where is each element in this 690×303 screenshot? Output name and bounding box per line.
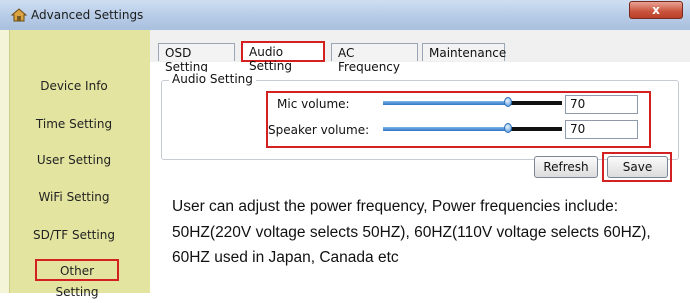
save-button[interactable]: Save (607, 156, 668, 178)
sidebar-item-other-setting[interactable]: Other Setting (35, 259, 119, 299)
app-icon (11, 8, 27, 22)
speaker-slider-fill (383, 127, 508, 131)
tab-maintenance[interactable]: Maintenance (422, 43, 506, 61)
window-titlebar: Advanced Settings x (0, 0, 690, 31)
tab-osd-setting[interactable]: OSD Setting (158, 43, 235, 74)
speaker-slider-knob[interactable] (504, 123, 512, 133)
sidebar-edge (0, 30, 10, 293)
sidebar-item-sdtf-setting[interactable]: SD/TF Setting (14, 228, 134, 242)
sidebar-item-device-info[interactable]: Device Info (14, 79, 134, 93)
sidebar-item-time-setting[interactable]: Time Setting (14, 117, 134, 131)
mic-slider-fill (383, 101, 508, 105)
speaker-volume-slider[interactable] (383, 123, 562, 133)
sidebar-item-wifi-setting[interactable]: WiFi Setting (14, 190, 134, 204)
mic-volume-label: Mic volume: (277, 97, 350, 111)
window-title: Advanced Settings (31, 8, 144, 22)
mic-slider-rest (508, 101, 562, 105)
speaker-volume-input[interactable]: 70 (565, 120, 638, 139)
sidebar-item-user-setting[interactable]: User Setting (14, 153, 134, 167)
mic-slider-knob[interactable] (504, 97, 512, 107)
speaker-slider-rest (508, 127, 562, 131)
mic-volume-slider[interactable] (383, 97, 562, 107)
refresh-button[interactable]: Refresh (534, 156, 598, 178)
power-frequency-note: User can adjust the power frequency, Pow… (172, 198, 651, 266)
close-button[interactable]: x (629, 1, 683, 19)
speaker-volume-label: Speaker volume: (268, 123, 370, 137)
tab-ac-frequency[interactable]: AC Frequency (331, 43, 418, 74)
audio-group-label: Audio Setting (169, 72, 256, 86)
tab-audio-setting[interactable]: Audio Setting (241, 41, 325, 73)
mic-volume-input[interactable]: 70 (565, 95, 638, 114)
